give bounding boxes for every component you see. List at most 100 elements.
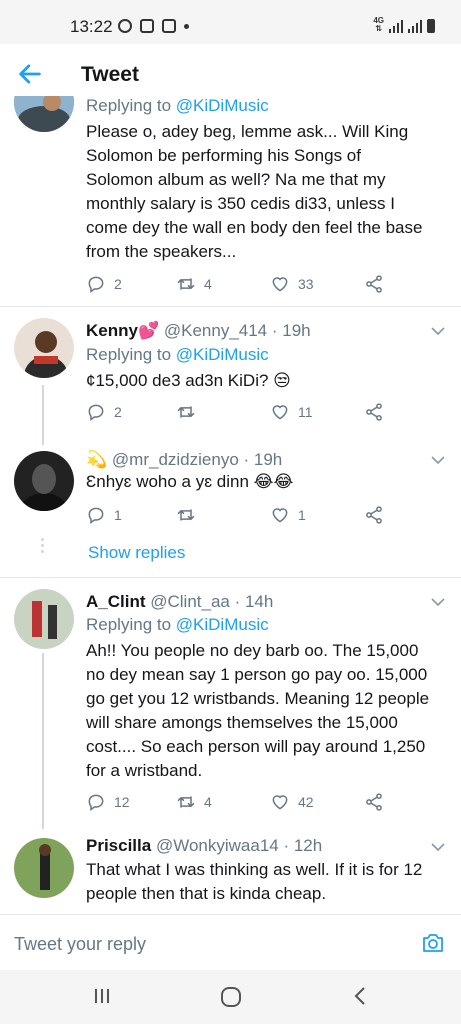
reply-composer[interactable]: Tweet your reply xyxy=(0,914,461,970)
display-name[interactable]: A_Clint xyxy=(86,592,146,611)
share-button[interactable] xyxy=(364,401,384,423)
like-button[interactable]: 42 xyxy=(270,791,314,813)
like-icon xyxy=(272,405,288,420)
share-icon xyxy=(366,403,382,421)
like-button[interactable]: 11 xyxy=(270,401,313,423)
reply-input[interactable]: Tweet your reply xyxy=(14,934,146,955)
mention-link[interactable]: @KiDiMusic xyxy=(176,615,269,634)
reply-icon xyxy=(88,507,104,524)
tweet-text: That what I was thinking as well. If it … xyxy=(86,860,423,903)
chevron-down-icon[interactable] xyxy=(431,326,445,336)
reply-button[interactable]: 1 xyxy=(86,504,122,526)
signal-2-icon xyxy=(408,20,422,33)
page-title: Tweet xyxy=(81,63,139,86)
show-replies-link[interactable]: Show replies xyxy=(88,543,185,563)
tweet-text: ¢15,000 de3 ad3n KiDi? 😒 xyxy=(86,371,291,390)
display-name[interactable]: Priscilla xyxy=(86,836,151,855)
reply-icon xyxy=(88,276,104,293)
like-count: 33 xyxy=(298,276,314,292)
share-button[interactable] xyxy=(364,791,384,813)
retweet-button[interactable]: 4 xyxy=(176,273,212,295)
camera-icon[interactable] xyxy=(421,931,445,955)
thread-dots xyxy=(41,538,45,556)
share-button[interactable] xyxy=(364,273,384,295)
retweet-icon xyxy=(177,406,195,418)
avatar[interactable] xyxy=(14,451,74,511)
avatar[interactable] xyxy=(14,96,74,132)
handle-time: @mr_dzidzienyo · 19h xyxy=(111,450,283,469)
tweet-header: 💫 @mr_dzidzienyo · 19h xyxy=(86,450,282,470)
tweet-item[interactable]: 💫 @mr_dzidzienyo · 19h Ɛnhyɛ woho a yɛ d… xyxy=(0,450,461,531)
reply-count: 1 xyxy=(114,507,122,523)
tweet-item[interactable]: Priscilla @Wonkyiwaa14 · 12h That what I… xyxy=(0,836,461,914)
tweet-actions: 2 4 33 xyxy=(86,273,396,295)
tweet-item[interactable]: Kenny💕 @Kenny_414 · 19h Replying to @KiD… xyxy=(0,318,461,430)
reply-button[interactable]: 12 xyxy=(86,791,130,813)
recent-apps-icon[interactable] xyxy=(92,986,112,1006)
tweet-text: Ah!! You people no dey barb oo. The 15,0… xyxy=(86,641,430,780)
like-icon xyxy=(272,277,288,292)
status-time: 13:22 xyxy=(70,17,113,36)
tweet-header: Kenny💕 @Kenny_414 · 19h xyxy=(86,321,311,341)
replying-to: Replying to @KiDiMusic xyxy=(86,615,269,634)
gallery-icon xyxy=(140,19,154,33)
divider xyxy=(0,577,461,578)
mention-link[interactable]: @KiDiMusic xyxy=(176,345,269,364)
like-button[interactable]: 33 xyxy=(270,273,314,295)
retweet-button[interactable]: 4 xyxy=(176,791,212,813)
retweet-button[interactable] xyxy=(176,401,204,423)
reply-button[interactable]: 2 xyxy=(86,401,122,423)
tweet-text: Ɛnhyɛ woho a yɛ dinn 😂😂 xyxy=(86,472,294,491)
tweet-item[interactable]: A_Clint @Clint_aa · 14h Replying to @KiD… xyxy=(0,589,461,819)
retweet-icon xyxy=(177,796,195,808)
back-arrow-icon[interactable] xyxy=(16,60,44,88)
status-bar: 13:22 4G ⇅ xyxy=(0,0,461,44)
share-button[interactable] xyxy=(364,504,384,526)
back-nav-icon[interactable] xyxy=(352,986,368,1006)
system-nav-bar xyxy=(0,970,461,1024)
more-notifications-dot-icon xyxy=(184,23,189,29)
signal-icon xyxy=(389,20,403,33)
like-button[interactable]: 1 xyxy=(270,504,306,526)
mention-link[interactable]: @KiDiMusic xyxy=(176,96,269,115)
status-right: 4G ⇅ xyxy=(373,17,435,33)
reply-count: 2 xyxy=(114,276,122,292)
share-icon xyxy=(366,275,382,293)
replying-to: Replying to @KiDiMusic xyxy=(86,345,269,364)
divider xyxy=(0,306,461,307)
chevron-down-icon[interactable] xyxy=(431,842,445,852)
tweet-item[interactable]: Replying to @KiDiMusic Please o, adey be… xyxy=(0,96,461,306)
tweet-actions: 2 11 xyxy=(86,401,396,423)
retweet-count: 4 xyxy=(204,276,212,292)
replying-to: Replying to @KiDiMusic xyxy=(86,96,269,115)
home-icon[interactable] xyxy=(220,986,242,1008)
chevron-down-icon[interactable] xyxy=(431,597,445,607)
tweet-actions: 12 4 42 xyxy=(86,791,396,813)
reply-icon xyxy=(88,794,104,811)
like-icon xyxy=(272,508,288,523)
network-type: 4G ⇅ xyxy=(373,16,384,33)
handle-time: @Kenny_414 · 19h xyxy=(163,321,311,340)
like-icon xyxy=(272,795,288,810)
avatar[interactable] xyxy=(14,589,74,649)
display-name[interactable]: Kenny💕 xyxy=(86,321,159,340)
reply-count: 12 xyxy=(114,794,130,810)
retweet-count: 4 xyxy=(204,794,212,810)
avatar[interactable] xyxy=(14,318,74,378)
chevron-down-icon[interactable] xyxy=(431,455,445,465)
retweet-icon xyxy=(177,278,195,290)
tweet-actions: 1 1 xyxy=(86,504,396,526)
retweet-icon xyxy=(177,509,195,521)
tweet-text: Please o, adey beg, lemme ask... Will Ki… xyxy=(86,122,423,261)
top-bar: Tweet xyxy=(0,44,461,104)
like-count: 1 xyxy=(298,507,306,523)
retweet-button[interactable] xyxy=(176,504,204,526)
status-notification-icons xyxy=(118,19,189,33)
like-count: 11 xyxy=(298,404,313,420)
display-name[interactable]: 💫 xyxy=(86,450,107,469)
reply-button[interactable]: 2 xyxy=(86,273,122,295)
reply-count: 2 xyxy=(114,404,122,420)
whatsapp-icon xyxy=(118,19,132,33)
tweet-thread[interactable]: Replying to @KiDiMusic Please o, adey be… xyxy=(0,96,461,914)
avatar[interactable] xyxy=(14,838,74,898)
